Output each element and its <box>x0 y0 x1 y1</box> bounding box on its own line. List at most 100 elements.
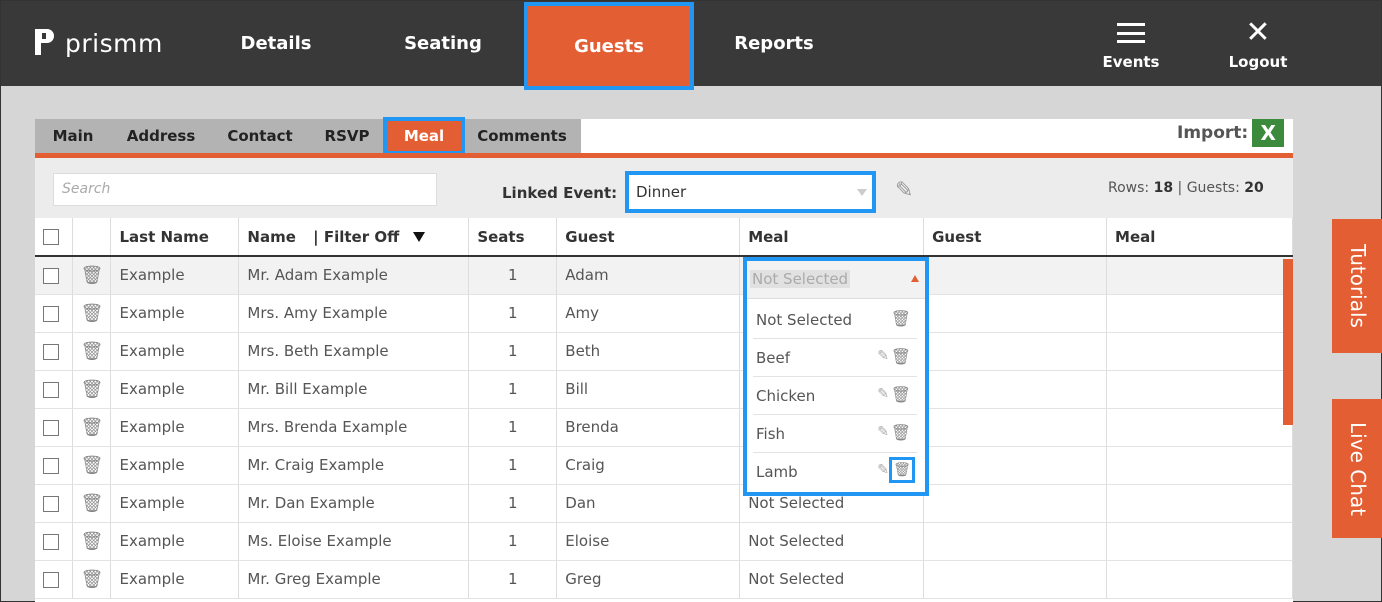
row-checkbox[interactable] <box>43 457 59 474</box>
tutorials-tab[interactable]: Tutorials <box>1332 219 1382 353</box>
trash-icon[interactable]: 🗑 <box>889 457 915 483</box>
nav-seating[interactable]: Seating <box>373 1 513 86</box>
cell-name[interactable]: Mrs. Beth Example <box>238 332 470 371</box>
cell-meal-2[interactable] <box>1106 294 1293 333</box>
cell-name[interactable]: Mr. Craig Example <box>238 446 470 485</box>
cell-guest[interactable]: Beth <box>556 332 741 371</box>
trash-icon[interactable]: 🗑 <box>81 341 104 362</box>
cell-seats[interactable]: 1 <box>468 332 558 371</box>
cell-meal-2[interactable] <box>1106 332 1293 371</box>
table-row[interactable]: 🗑 Example Mr. Adam Example 1 Adam <box>35 256 1293 295</box>
cell-meal[interactable]: Not Selected <box>739 522 925 561</box>
cell-last-name[interactable]: Example <box>110 256 240 295</box>
meal-option-not-selected[interactable]: Not Selected 🗑 <box>753 301 917 339</box>
table-row[interactable]: 🗑 Example Ms. Eloise Example 1 Eloise Not Sel… <box>35 522 1293 561</box>
trash-icon[interactable]: 🗑 <box>81 417 104 438</box>
trash-icon[interactable]: 🗑 <box>81 303 104 324</box>
row-checkbox[interactable] <box>43 495 59 512</box>
meal-option-lamb[interactable]: Lamb ✎ 🗑 <box>753 453 917 491</box>
header-meal[interactable]: Meal <box>739 218 925 257</box>
header-meal-2[interactable]: Meal <box>1106 218 1293 257</box>
cell-guest[interactable]: Eloise <box>556 522 741 561</box>
cell-last-name[interactable]: Example <box>110 332 240 371</box>
trash-icon[interactable]: 🗑 <box>891 309 911 328</box>
cell-seats[interactable]: 1 <box>468 370 558 409</box>
trash-icon[interactable]: 🗑 <box>891 423 911 442</box>
tab-main[interactable]: Main <box>35 119 111 153</box>
linked-event-select[interactable]: Dinner <box>625 171 876 213</box>
cell-last-name[interactable]: Example <box>110 484 240 523</box>
table-row[interactable]: 🗑 Example Mrs. Amy Example 1 Amy <box>35 294 1293 333</box>
cell-guest-2[interactable] <box>923 294 1108 333</box>
row-checkbox[interactable] <box>43 533 59 550</box>
pencil-icon[interactable]: ✎ <box>877 462 889 478</box>
filter-toggle[interactable]: Filter Off <box>324 228 399 246</box>
meal-option-chicken[interactable]: Chicken ✎ 🗑 <box>753 377 917 415</box>
trash-icon[interactable]: 🗑 <box>81 455 104 476</box>
row-checkbox[interactable] <box>43 381 59 398</box>
row-checkbox[interactable] <box>43 343 59 360</box>
trash-icon[interactable]: 🗑 <box>81 265 104 286</box>
tab-meal[interactable]: Meal <box>383 117 465 155</box>
nav-reports[interactable]: Reports <box>704 1 844 86</box>
cell-meal[interactable]: Not Selected <box>739 560 925 599</box>
cell-guest[interactable]: Greg <box>556 560 741 599</box>
meal-option-beef[interactable]: Beef ✎ 🗑 <box>753 339 917 377</box>
table-row[interactable]: 🗑 Example Mr. Greg Example 1 Greg Not Selecte… <box>35 560 1293 599</box>
cell-meal-2[interactable] <box>1106 256 1293 295</box>
row-checkbox[interactable] <box>43 571 59 588</box>
logout-button[interactable]: ✕ Logout <box>1223 18 1293 72</box>
nav-guests[interactable]: Guests <box>524 2 694 90</box>
cell-meal-2[interactable] <box>1106 370 1293 409</box>
trash-icon[interactable]: 🗑 <box>891 385 911 404</box>
row-checkbox[interactable] <box>43 267 59 284</box>
header-seats[interactable]: Seats <box>468 218 558 257</box>
header-name[interactable]: Name | Filter Off <box>238 218 470 257</box>
cell-last-name[interactable]: Example <box>110 522 240 561</box>
nav-details[interactable]: Details <box>206 1 346 86</box>
cell-seats[interactable]: 1 <box>468 446 558 485</box>
select-all-checkbox[interactable] <box>43 229 59 245</box>
cell-name[interactable]: Mr. Bill Example <box>238 370 470 409</box>
cell-seats[interactable]: 1 <box>468 294 558 333</box>
cell-guest-2[interactable] <box>923 446 1108 485</box>
pencil-icon[interactable]: ✎ <box>877 386 889 402</box>
tab-rsvp[interactable]: RSVP <box>309 119 385 153</box>
caret-up-icon[interactable] <box>911 275 919 282</box>
cell-meal-2[interactable] <box>1106 408 1293 447</box>
cell-guest[interactable]: Bill <box>556 370 741 409</box>
cell-last-name[interactable]: Example <box>110 408 240 447</box>
cell-seats[interactable]: 1 <box>468 484 558 523</box>
meal-option-fish[interactable]: Fish ✎ 🗑 <box>753 415 917 453</box>
cell-seats[interactable]: 1 <box>468 522 558 561</box>
trash-icon[interactable]: 🗑 <box>891 347 911 366</box>
cell-name[interactable]: Mr. Dan Example <box>238 484 470 523</box>
meal-dropdown[interactable]: Not Selected Not Selected 🗑 Beef ✎ 🗑 Chi… <box>743 257 929 496</box>
events-button[interactable]: Events <box>1096 19 1166 71</box>
cell-name[interactable]: Mrs. Amy Example <box>238 294 470 333</box>
cell-name[interactable]: Mrs. Brenda Example <box>238 408 470 447</box>
trash-icon[interactable]: 🗑 <box>81 493 104 514</box>
tab-address[interactable]: Address <box>111 119 211 153</box>
trash-icon[interactable]: 🗑 <box>81 379 104 400</box>
cell-name[interactable]: Mr. Greg Example <box>238 560 470 599</box>
cell-seats[interactable]: 1 <box>468 560 558 599</box>
meal-dropdown-selected[interactable]: Not Selected <box>747 261 925 299</box>
table-row[interactable]: 🗑 Example Mr. Bill Example 1 Bill <box>35 370 1293 409</box>
trash-icon[interactable]: 🗑 <box>81 569 104 590</box>
header-guest[interactable]: Guest <box>556 218 741 257</box>
cell-meal-2[interactable] <box>1106 446 1293 485</box>
cell-last-name[interactable]: Example <box>110 446 240 485</box>
table-row[interactable]: 🗑 Example Mr. Dan Example 1 Dan Not Selected <box>35 484 1293 523</box>
cell-guest-2[interactable] <box>923 332 1108 371</box>
dropdown-triangle-icon[interactable] <box>412 232 425 242</box>
cell-guest-2[interactable] <box>923 370 1108 409</box>
edit-icon[interactable]: ✎ <box>895 178 913 203</box>
table-row[interactable]: 🗑 Example Mr. Craig Example 1 Craig <box>35 446 1293 485</box>
live-chat-tab[interactable]: Live Chat <box>1332 399 1382 538</box>
cell-guest-2[interactable] <box>923 560 1108 599</box>
cell-guest[interactable]: Amy <box>556 294 741 333</box>
cell-guest[interactable]: Craig <box>556 446 741 485</box>
cell-guest[interactable]: Adam <box>556 256 741 295</box>
search-input[interactable]: Search <box>53 173 437 206</box>
